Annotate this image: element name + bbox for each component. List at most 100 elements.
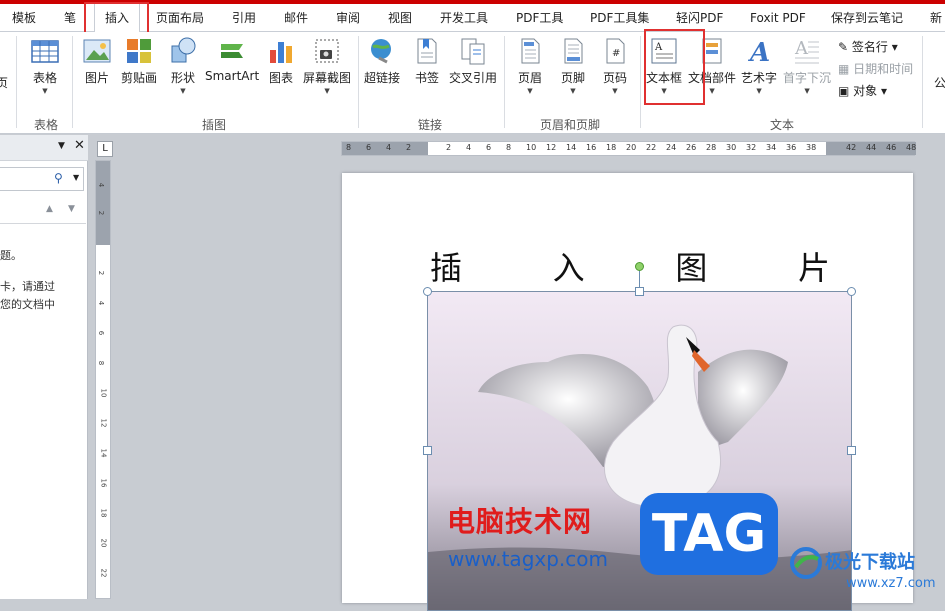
ruler-number: 8: [506, 143, 512, 152]
resize-handle-ne[interactable]: [847, 287, 856, 296]
footer-button[interactable]: 页脚 ▼: [558, 36, 588, 95]
ruler-number: 4: [466, 143, 472, 152]
hyperlink-button[interactable]: 超链接: [364, 36, 400, 86]
tab-developer[interactable]: 开发工具: [440, 4, 488, 32]
bookmark-icon: [417, 38, 437, 64]
page-number-button[interactable]: # 页码 ▼: [600, 36, 630, 95]
vertical-ruler-number: 12: [99, 418, 108, 428]
cross-reference-button[interactable]: 交叉引用: [449, 36, 497, 86]
object-icon: ▣: [838, 84, 850, 98]
tab-mailings[interactable]: 邮件: [284, 4, 308, 32]
date-time-label: 日期和时间: [853, 62, 914, 76]
vertical-ruler-number: 18: [99, 508, 108, 518]
tab-view[interactable]: 视图: [388, 4, 412, 32]
table-button[interactable]: 表格 ▼: [30, 36, 60, 95]
tab-pen[interactable]: 笔: [64, 4, 76, 32]
tab-references[interactable]: 引用: [232, 4, 256, 32]
tab-save-cloud-note[interactable]: 保存到云笔记: [831, 4, 903, 32]
drop-cap-button[interactable]: A 首字下沉 ▼: [783, 36, 831, 95]
resize-handle-e[interactable]: [847, 446, 856, 455]
nav-search-input[interactable]: ⚲ ▼: [0, 167, 84, 191]
group-links-label: 链接: [418, 118, 443, 132]
dropdown-icon[interactable]: ▼: [58, 141, 65, 151]
smartart-button[interactable]: SmartArt: [205, 36, 259, 83]
table-icon: [31, 40, 59, 63]
signature-line-label: 签名行: [851, 40, 888, 54]
cross-reference-label: 交叉引用: [449, 71, 498, 85]
wordart-button[interactable]: A 艺术字 ▼: [741, 36, 777, 95]
tab-template[interactable]: 模板: [12, 4, 36, 32]
watermark-site-url: www.tagxp.com: [448, 547, 608, 571]
vertical-ruler-number: 2: [97, 210, 106, 216]
wordart-icon: A: [747, 38, 770, 66]
chart-button[interactable]: 图表: [266, 36, 296, 86]
nav-down-icon[interactable]: ▼: [68, 204, 75, 214]
ruler-number: 46: [886, 143, 897, 152]
vertical-ruler[interactable]: 4 2 2 4 6 8 10 12 14 16 18 20 22: [95, 160, 111, 599]
horizontal-ruler[interactable]: 8 6 4 2 2 4 6 8 10 12 14 16 18 20 22 24 26 28 30 32 34 36 38 42…: [341, 141, 916, 156]
picture-button[interactable]: 图片: [82, 36, 112, 86]
ribbon-cut-left[interactable]: 页: [0, 74, 8, 91]
bookmark-label: 书签: [414, 71, 439, 85]
vertical-ruler-number: 16: [99, 478, 108, 488]
tab-foxit-pdf[interactable]: Foxit PDF: [750, 4, 806, 32]
tab-page-layout[interactable]: 页面布局: [156, 4, 204, 32]
nav-pane-text-1: 题。: [0, 249, 22, 262]
search-options-icon[interactable]: ▼: [73, 173, 79, 182]
group-header-footer-label: 页眉和页脚: [540, 118, 601, 132]
header-icon: [521, 38, 540, 64]
close-icon[interactable]: ✕: [74, 138, 85, 153]
brand-logo-icon: [790, 547, 822, 579]
drop-cap-icon: A: [794, 38, 819, 64]
tab-new[interactable]: 新: [930, 4, 942, 32]
nav-pane-text-3: 您的文档中: [0, 298, 55, 311]
header-label: 页眉: [517, 71, 542, 85]
ruler-number: 26: [686, 143, 697, 152]
object-button[interactable]: ▣ 对象 ▾: [838, 82, 887, 99]
smartart-label: SmartArt: [205, 69, 260, 83]
ruler-number: 6: [486, 143, 492, 152]
screenshot-button[interactable]: 屏幕截图 ▼: [303, 36, 351, 95]
header-button[interactable]: 页眉 ▼: [515, 36, 545, 95]
svg-text:A: A: [747, 38, 770, 66]
ruler-number: 34: [766, 143, 777, 152]
ribbon-cut-right[interactable]: 公: [934, 74, 945, 91]
ruler-number: 2: [446, 143, 452, 152]
vertical-ruler-number: 8: [97, 360, 106, 366]
screenshot-icon: [315, 39, 339, 63]
ruler-number: 38: [806, 143, 817, 152]
date-time-button[interactable]: ▦ 日期和时间: [838, 60, 913, 77]
clipart-button[interactable]: 剪贴画: [121, 36, 157, 86]
tab-selector[interactable]: L: [97, 141, 113, 157]
ruler-number: 14: [566, 143, 577, 152]
watermark-site-name: 电脑技术网: [447, 505, 593, 538]
ruler-number: 28: [706, 143, 717, 152]
tab-review[interactable]: 审阅: [336, 4, 360, 32]
document-heading[interactable]: 插 入 图 片: [430, 243, 830, 289]
tab-pdf-tools[interactable]: PDF工具: [516, 4, 563, 32]
resize-handle-nw[interactable]: [423, 287, 432, 296]
footer-label: 页脚: [560, 71, 585, 85]
nav-up-icon[interactable]: ▲: [46, 204, 53, 214]
signature-line-button[interactable]: ✎ 签名行 ▾: [838, 38, 898, 55]
resize-handle-n[interactable]: [635, 287, 644, 296]
bookmark-button[interactable]: 书签: [412, 36, 442, 86]
vertical-ruler-number: 4: [97, 182, 106, 188]
search-icon[interactable]: ⚲: [54, 171, 63, 185]
shapes-button[interactable]: 形状 ▼: [168, 36, 198, 95]
rotate-handle[interactable]: [635, 262, 644, 271]
table-label: 表格: [32, 71, 57, 85]
picture-label: 图片: [84, 71, 109, 85]
document-page[interactable]: 插 入 图 片: [342, 173, 913, 611]
picture-icon: [83, 39, 111, 63]
svg-text:#: #: [612, 48, 620, 59]
ruler-number: 4: [386, 143, 392, 152]
tab-light-pdf[interactable]: 轻闪PDF: [676, 4, 723, 32]
tab-pdf-toolset[interactable]: PDF工具集: [590, 4, 649, 32]
navigation-pane: ▼ ✕ ⚲ ▼ ▲ ▼ 题。 卡，请通过 您的文档中: [0, 135, 88, 599]
ruler-number: 44: [866, 143, 877, 152]
ruler-number: 42: [846, 143, 857, 152]
vertical-ruler-number: 10: [99, 388, 108, 398]
resize-handle-w[interactable]: [423, 446, 432, 455]
svg-text:A: A: [794, 38, 809, 59]
